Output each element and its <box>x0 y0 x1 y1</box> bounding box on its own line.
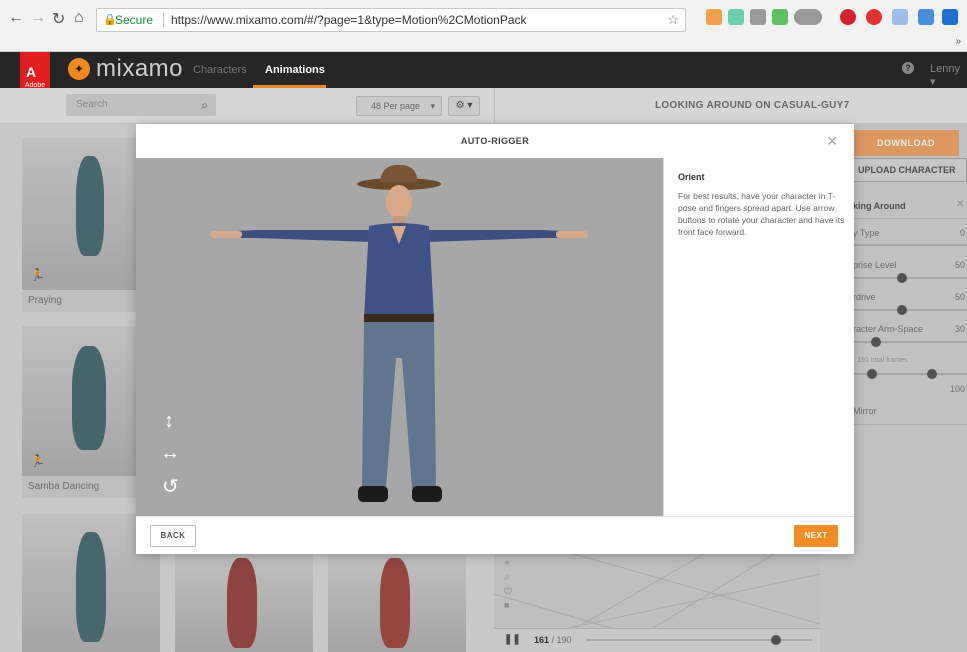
settings-button[interactable]: ⚙ ▾ <box>448 96 480 116</box>
home-icon[interactable]: ⌂ <box>74 9 84 27</box>
forward-arrow-icon[interactable]: → <box>30 9 46 27</box>
head <box>386 185 412 219</box>
extension-icon[interactable] <box>706 9 722 25</box>
right-hand <box>556 231 588 238</box>
preview-title: LOOKING AROUND ON CASUAL-GUY7 <box>655 100 850 111</box>
mixamo-logo-icon[interactable]: ✦ <box>68 58 90 80</box>
help-icon[interactable]: ? <box>902 62 914 74</box>
per-page-select[interactable]: 48 Per page ▾ <box>356 96 442 116</box>
user-name: Lenny <box>930 63 960 75</box>
character-stage[interactable]: ↕ ↔ ↺ <box>136 158 663 516</box>
extension-icon[interactable] <box>892 9 908 25</box>
opera-icon[interactable] <box>866 9 882 25</box>
nav-animations[interactable]: Animations <box>265 64 325 76</box>
character-model <box>210 164 588 502</box>
horizontal-arrows-icon[interactable]: ↔ <box>160 442 180 465</box>
extension-icon[interactable] <box>728 9 744 25</box>
left-hand <box>210 231 242 238</box>
instructions-panel: Orient For best results, have your chara… <box>663 158 854 516</box>
right-shoe <box>412 486 442 502</box>
bookmark-star-icon[interactable]: ☆ <box>667 9 679 31</box>
url-text[interactable]: https://www.mixamo.com/#/?page=1&type=Mo… <box>171 9 527 31</box>
browser-chrome: ← → ↻ ⌂ 🔒 Secure https://www.mixamo.com/… <box>0 0 967 52</box>
adobe-logo-icon: A <box>26 64 37 80</box>
jeans <box>362 322 436 488</box>
search-placeholder: Search <box>76 99 108 110</box>
reload-icon[interactable]: ↻ <box>52 9 65 29</box>
chevron-down-icon: ▾ <box>430 101 435 111</box>
url-separator <box>163 13 164 27</box>
toggle-off-icon[interactable] <box>794 9 822 25</box>
close-icon[interactable]: ✕ <box>826 133 838 150</box>
adblock-icon[interactable] <box>840 9 856 25</box>
back-arrow-icon[interactable]: ← <box>8 9 24 27</box>
belt <box>364 314 434 322</box>
nav-characters[interactable]: Characters <box>193 64 247 76</box>
vertical-arrows-icon[interactable]: ↕ <box>164 410 174 433</box>
extension-icon[interactable] <box>942 9 958 25</box>
search-icon[interactable]: ⌕ <box>201 94 208 116</box>
extension-icon[interactable] <box>918 9 934 25</box>
secure-label: Secure <box>115 13 154 27</box>
back-button[interactable]: BACK <box>150 525 196 547</box>
divider <box>494 88 495 124</box>
per-page-value: 48 Per page <box>371 101 421 111</box>
instruction-text: For best results, have your character in… <box>678 191 845 237</box>
next-button[interactable]: NEXT <box>794 525 838 547</box>
auto-rigger-modal: AUTO-RIGGER ✕ ↕ ↔ ↺ Orient For best resu… <box>136 124 854 554</box>
modal-title: AUTO-RIGGER <box>460 136 530 146</box>
brand-name[interactable]: mixamo <box>96 55 183 83</box>
rotate-icon[interactable]: ↺ <box>162 474 179 499</box>
left-shoe <box>358 486 388 502</box>
address-bar[interactable]: 🔒 Secure https://www.mixamo.com/#/?page=… <box>96 8 686 32</box>
search-input[interactable]: Search ⌕ <box>66 94 216 116</box>
extension-icon[interactable] <box>772 9 788 25</box>
hat-crown <box>380 164 418 182</box>
more-icon[interactable]: » <box>955 36 961 47</box>
gear-icon: ⚙ <box>455 100 465 111</box>
modal-footer: BACK NEXT <box>136 516 854 554</box>
instruction-heading: Orient <box>678 172 705 182</box>
extension-icon[interactable] <box>750 9 766 25</box>
user-menu[interactable]: Lenny ▾ <box>930 63 967 88</box>
